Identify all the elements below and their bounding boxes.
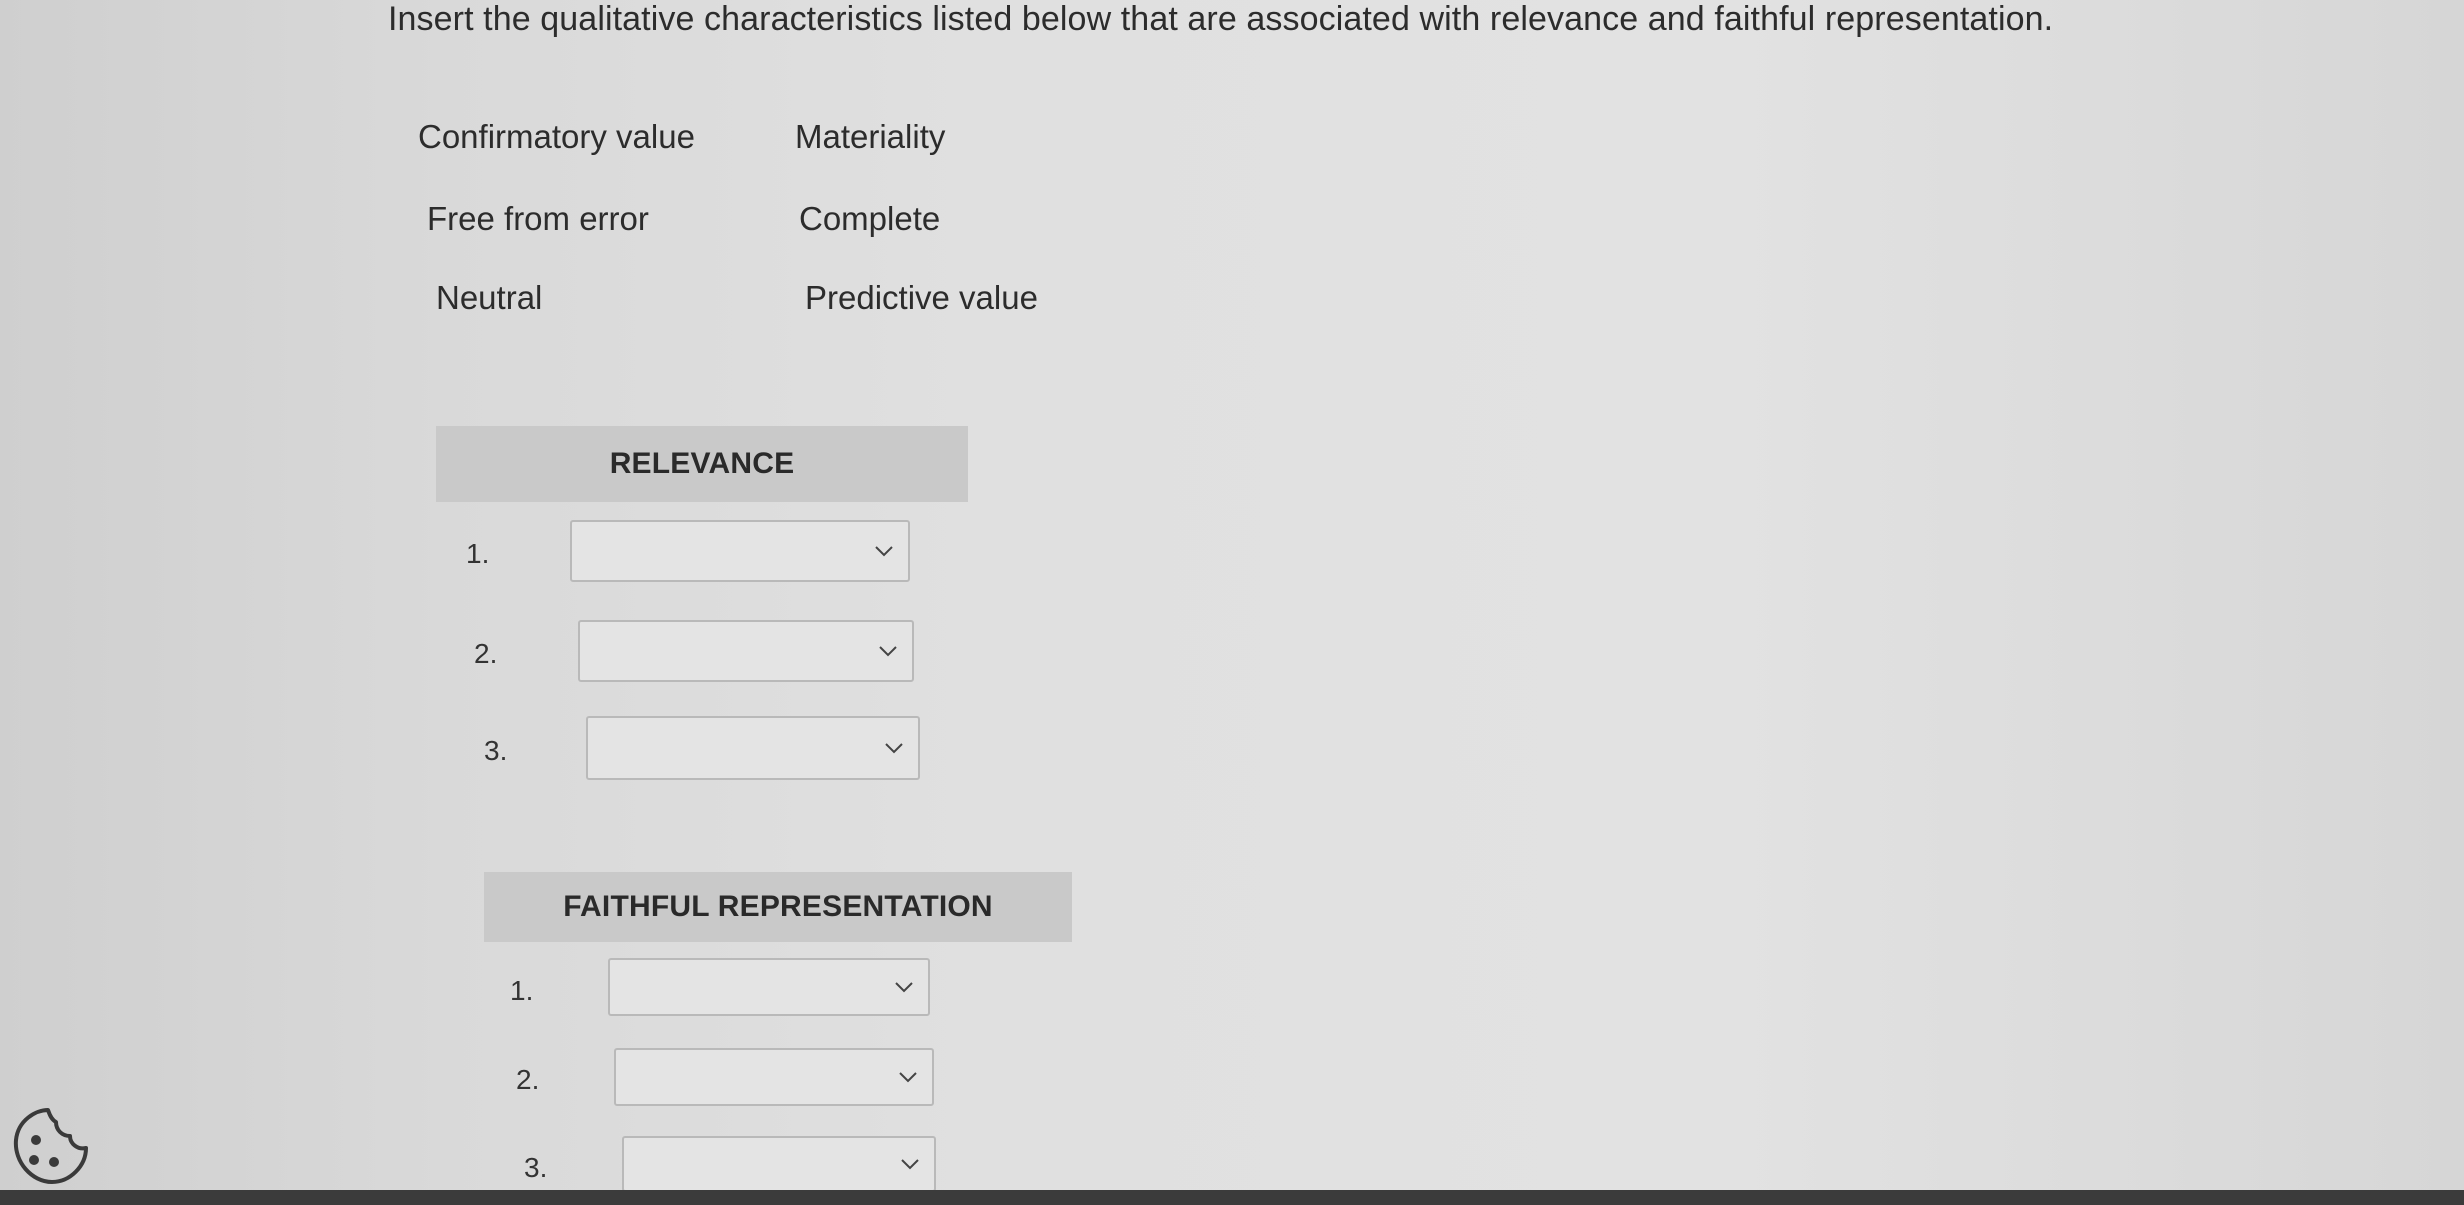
chevron-down-icon xyxy=(879,646,897,657)
chevron-down-icon xyxy=(899,1072,917,1083)
chevron-down-icon xyxy=(885,743,903,754)
relevance-row-number: 3. xyxy=(484,735,508,766)
term-complete: Complete xyxy=(799,200,941,237)
faithful-select-1[interactable] xyxy=(608,958,930,1016)
chevron-down-icon xyxy=(895,982,913,993)
cookie-icon xyxy=(13,1108,88,1184)
relevance-select-1[interactable] xyxy=(570,520,910,582)
term-free-from-error: Free from error xyxy=(427,200,649,237)
faithful-select-2[interactable] xyxy=(614,1048,934,1106)
relevance-select-3[interactable] xyxy=(586,716,920,780)
term-neutral: Neutral xyxy=(436,279,543,316)
relevance-row-number: 2. xyxy=(474,638,498,669)
relevance-row-number: 1. xyxy=(466,538,490,569)
question-instruction: Insert the qualitative characteristics l… xyxy=(388,0,2054,38)
faithful-representation-header: FAITHFUL REPRESENTATION xyxy=(484,872,1072,942)
faithful-row-number: 2. xyxy=(516,1064,540,1095)
chevron-down-icon xyxy=(875,546,893,557)
faithful-row-number: 1. xyxy=(510,975,534,1006)
relevance-select-2[interactable] xyxy=(578,620,914,682)
term-materiality: Materiality xyxy=(795,118,946,155)
term-predictive-value: Predictive value xyxy=(805,279,1038,316)
term-confirmatory-value: Confirmatory value xyxy=(418,118,695,155)
faithful-select-3[interactable] xyxy=(622,1136,936,1192)
relevance-header: RELEVANCE xyxy=(436,426,968,502)
screen-bottom-edge xyxy=(0,1190,2464,1205)
faithful-row-number: 3. xyxy=(524,1152,548,1183)
chevron-down-icon xyxy=(901,1159,919,1170)
cookie-settings-button[interactable] xyxy=(6,1104,90,1188)
